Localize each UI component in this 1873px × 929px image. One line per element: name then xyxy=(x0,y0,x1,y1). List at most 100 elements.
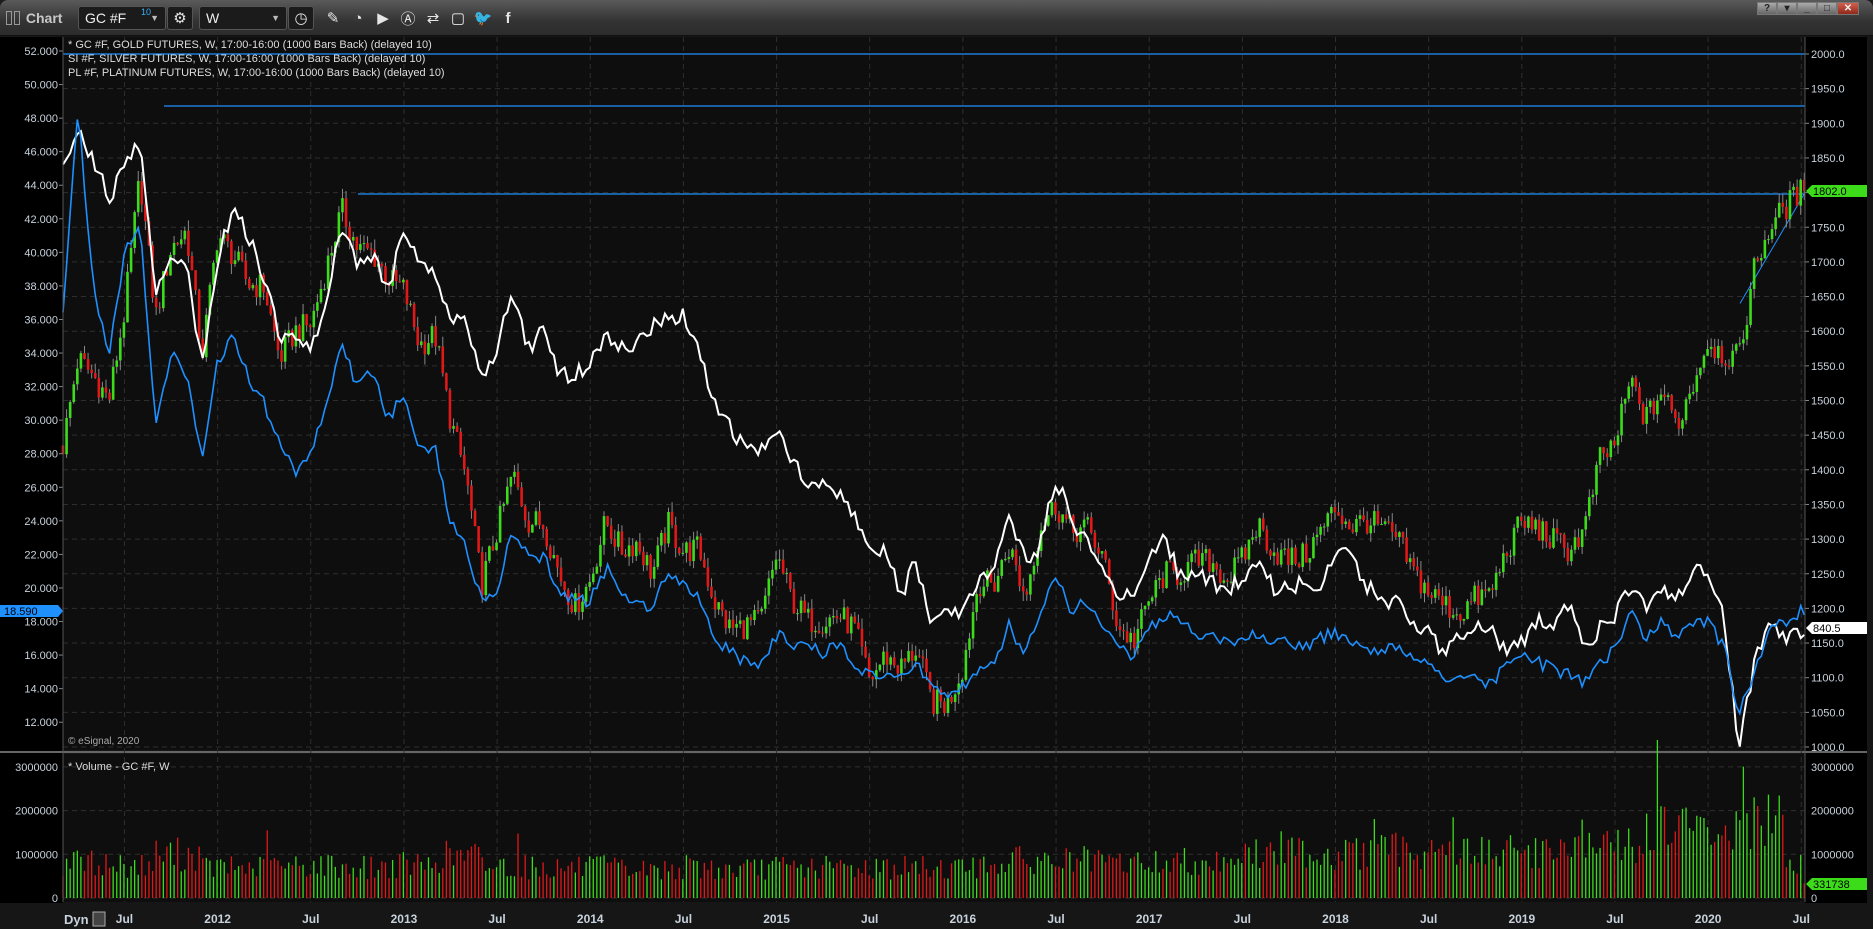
candle xyxy=(1369,525,1373,534)
candle xyxy=(1641,403,1645,424)
candle xyxy=(1383,521,1387,524)
volume-axis-tick-right: 0 xyxy=(1811,893,1817,905)
right-axis-tick: 1750.0 xyxy=(1811,222,1845,234)
candle xyxy=(1716,345,1720,359)
candle xyxy=(1269,550,1272,556)
candle xyxy=(971,612,975,639)
candle xyxy=(1304,543,1308,563)
candle xyxy=(1261,518,1265,530)
candle xyxy=(1100,551,1104,554)
x-axis-tick: Jul xyxy=(488,912,505,926)
candle xyxy=(774,559,778,570)
candle xyxy=(1591,494,1595,498)
candle xyxy=(230,241,233,265)
candle xyxy=(799,600,803,614)
candle xyxy=(1516,516,1519,528)
price-chart[interactable]: 2000.01950.01900.01850.01800.01750.01700… xyxy=(0,0,1873,929)
candle xyxy=(1545,521,1548,542)
candle xyxy=(1609,440,1613,458)
candle xyxy=(642,551,645,566)
candle xyxy=(713,597,717,610)
candle xyxy=(1315,534,1319,538)
candle xyxy=(1132,632,1136,648)
candle xyxy=(638,541,642,552)
candle xyxy=(119,337,122,361)
candle xyxy=(1265,529,1269,551)
candle xyxy=(1430,595,1433,598)
volume-axis-tick-right: 2000000 xyxy=(1811,806,1854,818)
candle xyxy=(1161,578,1165,589)
candle xyxy=(649,555,652,579)
candle xyxy=(1720,345,1724,364)
candle xyxy=(269,305,273,315)
candle xyxy=(298,325,301,341)
candle xyxy=(1441,595,1444,606)
candle xyxy=(1459,614,1462,621)
candle xyxy=(1118,626,1122,630)
candle xyxy=(1319,526,1322,535)
candle xyxy=(556,555,559,568)
candle xyxy=(595,566,599,574)
candle xyxy=(1412,558,1416,567)
candle xyxy=(846,607,849,634)
candle xyxy=(1555,528,1559,534)
candle xyxy=(1752,258,1756,289)
lock-icon[interactable] xyxy=(92,911,106,927)
right-axis-tick: 1500.0 xyxy=(1811,396,1845,408)
candle xyxy=(591,573,595,583)
candle xyxy=(735,623,738,628)
candle xyxy=(419,341,423,346)
candle xyxy=(1444,596,1448,606)
candle xyxy=(910,650,914,661)
candle xyxy=(140,181,144,205)
candle xyxy=(126,271,129,323)
candle xyxy=(265,292,269,306)
x-axis-tick: 2012 xyxy=(204,912,231,926)
candle xyxy=(1301,543,1304,567)
copyright: © eSignal, 2020 xyxy=(68,736,140,747)
volume-axis-tick-left: 0 xyxy=(52,893,58,905)
right-axis-tick: 1900.0 xyxy=(1811,118,1845,130)
x-axis-tick: 2020 xyxy=(1695,912,1722,926)
candle xyxy=(1566,547,1570,562)
candle xyxy=(950,696,953,703)
candle xyxy=(599,544,602,567)
candle xyxy=(1759,258,1763,261)
candle xyxy=(305,314,308,326)
candle xyxy=(584,586,588,602)
candle xyxy=(179,239,183,245)
candle xyxy=(1706,349,1709,356)
candle xyxy=(1749,288,1752,325)
candle xyxy=(1788,190,1792,220)
candle xyxy=(706,567,710,587)
candle xyxy=(1681,420,1684,429)
candle xyxy=(763,595,767,609)
candle xyxy=(692,539,695,562)
candle xyxy=(1770,229,1774,240)
candle xyxy=(670,511,674,525)
candle xyxy=(1598,447,1602,465)
candle xyxy=(1179,582,1183,585)
candle xyxy=(1734,344,1738,351)
candle xyxy=(1061,514,1064,523)
x-axis-tick: Jul xyxy=(302,912,319,926)
candle xyxy=(1057,514,1061,523)
candle xyxy=(1756,258,1760,261)
x-axis-tick: 2013 xyxy=(391,912,418,926)
dyn-button[interactable]: Dyn xyxy=(64,912,89,927)
candle xyxy=(398,281,402,283)
candle xyxy=(1251,537,1254,540)
right-axis-tick: 1950.0 xyxy=(1811,84,1845,96)
candle xyxy=(158,307,162,309)
candle xyxy=(1240,547,1244,558)
x-axis-tick: Jul xyxy=(675,912,692,926)
candle xyxy=(237,251,240,261)
candle xyxy=(767,578,771,596)
candle xyxy=(803,600,806,613)
x-axis-tick: 2016 xyxy=(950,912,977,926)
candle xyxy=(631,545,634,557)
candle xyxy=(925,658,928,673)
candle xyxy=(1731,350,1734,367)
candle xyxy=(978,594,982,597)
candle xyxy=(1652,400,1656,415)
